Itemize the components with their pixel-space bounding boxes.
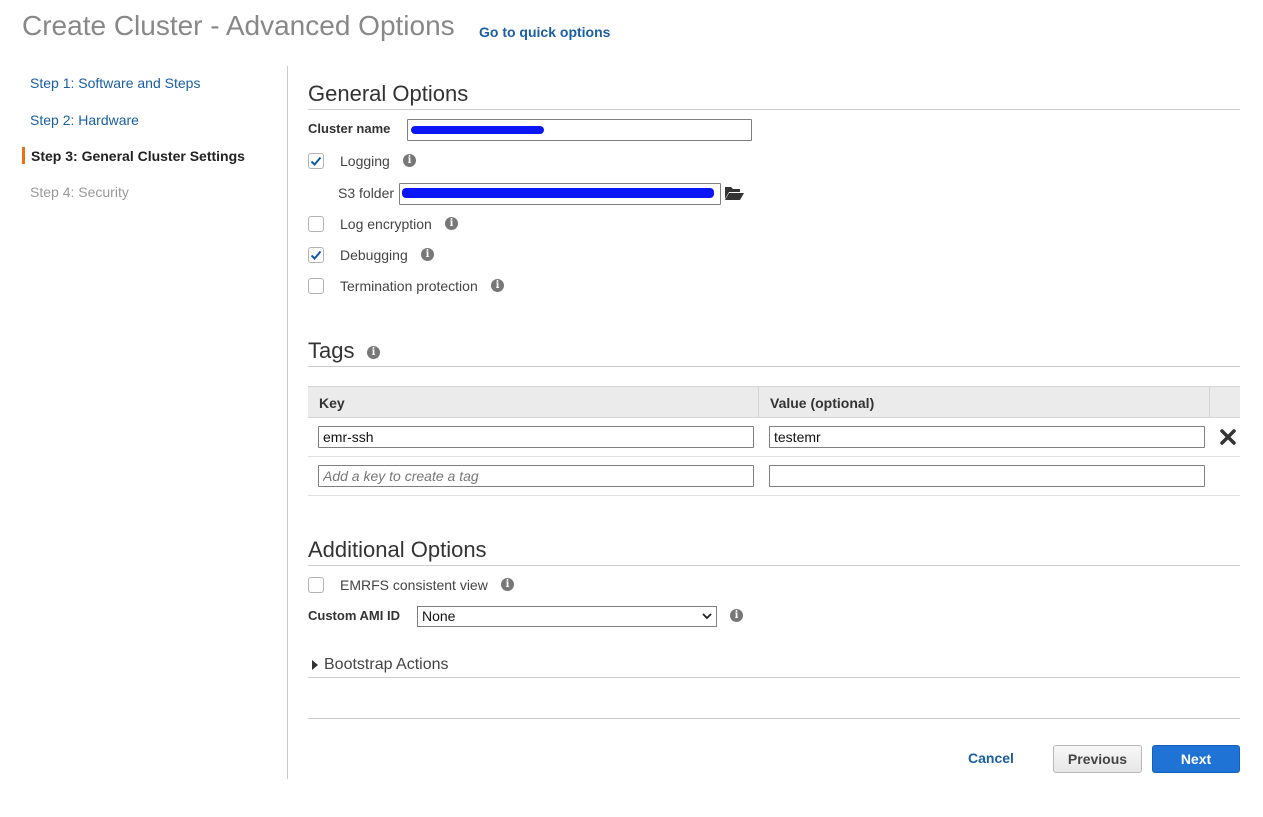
bootstrap-divider bbox=[308, 677, 1240, 678]
row-divider bbox=[308, 495, 1240, 496]
log-encryption-checkbox[interactable] bbox=[308, 216, 324, 232]
column-divider bbox=[1209, 387, 1210, 418]
folder-open-icon[interactable] bbox=[724, 184, 744, 202]
custom-ami-id-value: None bbox=[422, 608, 456, 624]
logging-checkbox[interactable] bbox=[308, 153, 324, 169]
next-button[interactable]: Next bbox=[1152, 745, 1240, 773]
cluster-name-input[interactable] bbox=[407, 119, 752, 141]
termination-protection-label: Termination protection bbox=[340, 278, 478, 294]
info-icon[interactable]: i bbox=[730, 609, 743, 622]
step-security: Step 4: Security bbox=[30, 184, 129, 200]
active-step-marker bbox=[22, 147, 25, 164]
info-icon[interactable]: i bbox=[445, 217, 458, 230]
s3-folder-input[interactable] bbox=[399, 183, 721, 205]
row-divider bbox=[308, 456, 1240, 457]
step-general-cluster-settings: Step 3: General Cluster Settings bbox=[31, 148, 245, 164]
log-encryption-label: Log encryption bbox=[340, 216, 432, 232]
tags-title: Tags bbox=[308, 338, 355, 363]
page-title: Create Cluster - Advanced Options bbox=[22, 10, 455, 41]
sidebar-divider bbox=[287, 66, 288, 779]
tag-value-input[interactable] bbox=[769, 426, 1205, 448]
emrfs-consistent-view-checkbox[interactable] bbox=[308, 577, 324, 593]
column-header-value: Value (optional) bbox=[770, 395, 875, 411]
column-header-key: Key bbox=[319, 395, 345, 411]
cluster-name-label: Cluster name bbox=[308, 121, 391, 136]
s3-folder-label: S3 folder bbox=[338, 185, 395, 201]
general-options-divider bbox=[308, 109, 1240, 110]
additional-options-title: Additional Options bbox=[308, 537, 487, 562]
emrfs-consistent-view-label: EMRFS consistent view bbox=[340, 577, 488, 593]
debugging-label: Debugging bbox=[340, 247, 408, 263]
debugging-checkbox[interactable] bbox=[308, 247, 324, 263]
footer-divider bbox=[308, 718, 1240, 719]
tags-table-header: Key Value (optional) bbox=[308, 386, 1240, 418]
tag-key-input[interactable] bbox=[318, 426, 754, 448]
caret-right-icon[interactable] bbox=[310, 658, 320, 672]
chevron-down-icon bbox=[702, 613, 712, 620]
info-icon[interactable]: i bbox=[367, 346, 380, 359]
info-icon[interactable]: i bbox=[491, 279, 504, 292]
step-software-and-steps[interactable]: Step 1: Software and Steps bbox=[30, 75, 200, 91]
info-icon[interactable]: i bbox=[501, 578, 514, 591]
logging-label: Logging bbox=[340, 153, 390, 169]
custom-ami-id-select[interactable]: None bbox=[417, 606, 717, 627]
bootstrap-actions-toggle[interactable]: Bootstrap Actions bbox=[324, 656, 449, 674]
redaction-mark bbox=[402, 188, 714, 198]
new-tag-key-input[interactable] bbox=[318, 465, 754, 487]
tags-table: Key Value (optional) bbox=[308, 386, 1240, 496]
new-tag-value-input[interactable] bbox=[769, 465, 1205, 487]
info-icon[interactable]: i bbox=[403, 154, 416, 167]
custom-ami-id-label: Custom AMI ID bbox=[308, 608, 400, 623]
general-options-title: General Options bbox=[308, 81, 469, 106]
info-icon[interactable]: i bbox=[421, 248, 434, 261]
termination-protection-checkbox[interactable] bbox=[308, 278, 324, 294]
redaction-mark bbox=[411, 126, 544, 134]
additional-options-divider bbox=[308, 565, 1240, 566]
quick-options-link[interactable]: Go to quick options bbox=[479, 24, 610, 40]
tags-divider bbox=[308, 366, 1240, 367]
cancel-button[interactable]: Cancel bbox=[952, 745, 1030, 773]
step-hardware[interactable]: Step 2: Hardware bbox=[30, 112, 139, 128]
close-icon[interactable] bbox=[1219, 428, 1237, 446]
column-divider bbox=[758, 387, 759, 418]
previous-button[interactable]: Previous bbox=[1053, 745, 1142, 773]
